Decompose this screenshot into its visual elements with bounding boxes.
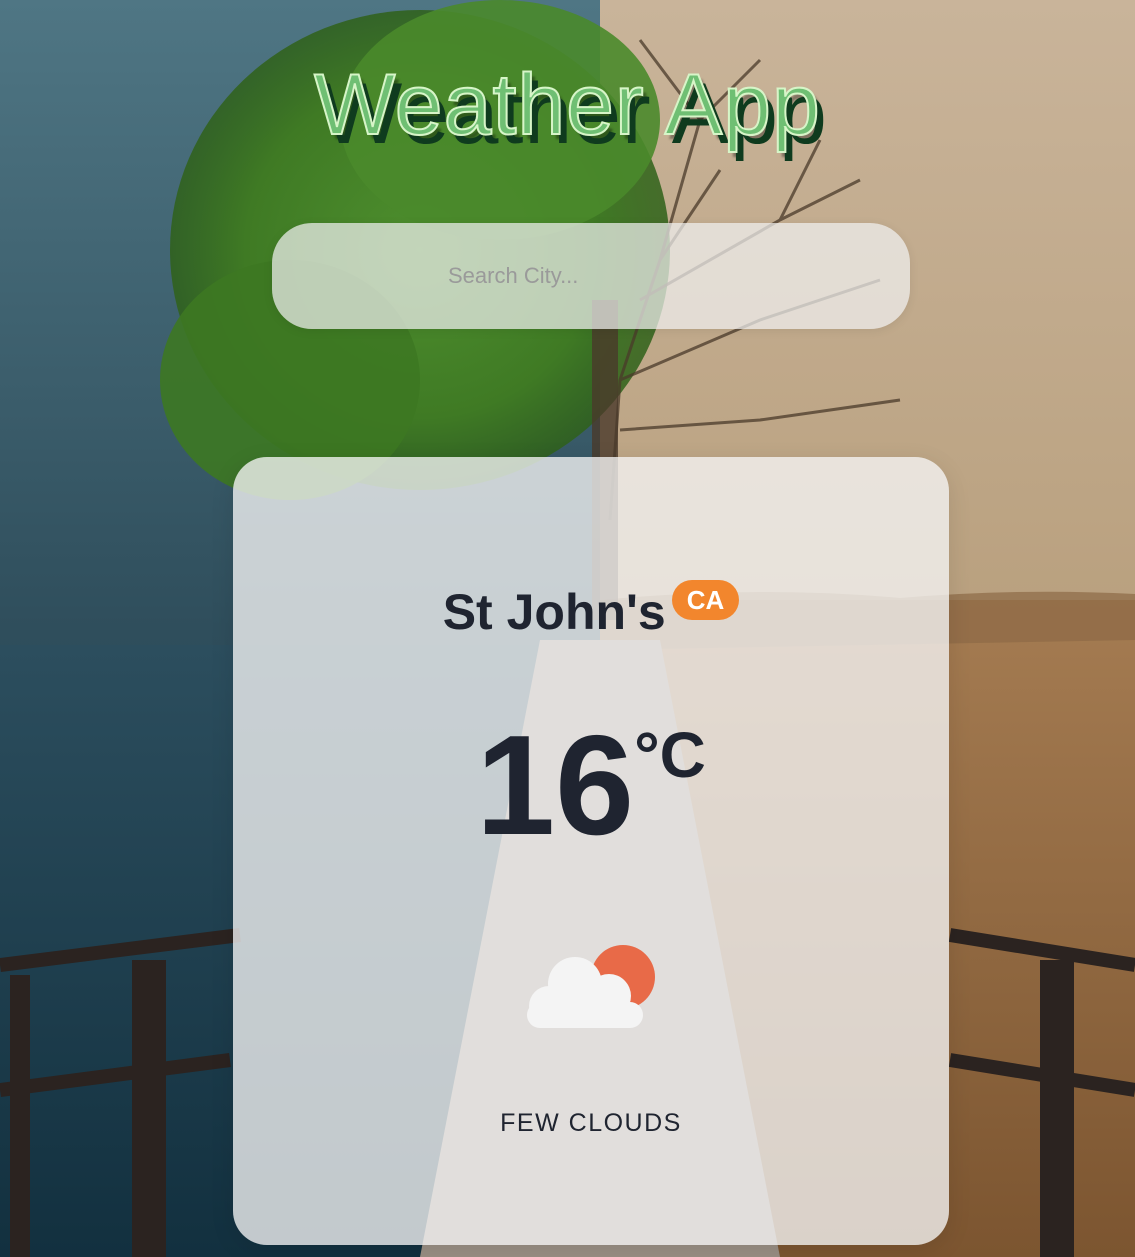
search-bar[interactable]: [272, 223, 910, 329]
country-badge: CA: [671, 580, 740, 620]
search-input[interactable]: [448, 258, 848, 294]
temperature-row: 16°C: [233, 715, 949, 857]
weather-card: St John's CA 16°C FEW CLOUDS: [233, 457, 949, 1245]
app-root: Weather App St John'sCA 16°C FEW CLOUDS: [0, 0, 1135, 1257]
temperature-value: 16: [476, 706, 635, 865]
city-name: St John's: [442, 584, 666, 640]
temperature-unit: °C: [634, 719, 706, 791]
weather-description: FEW CLOUDS: [500, 1109, 682, 1137]
app-title: Weather App: [313, 57, 821, 153]
location-row: St John's CA: [233, 577, 949, 637]
few-clouds-icon: [527, 945, 655, 1028]
